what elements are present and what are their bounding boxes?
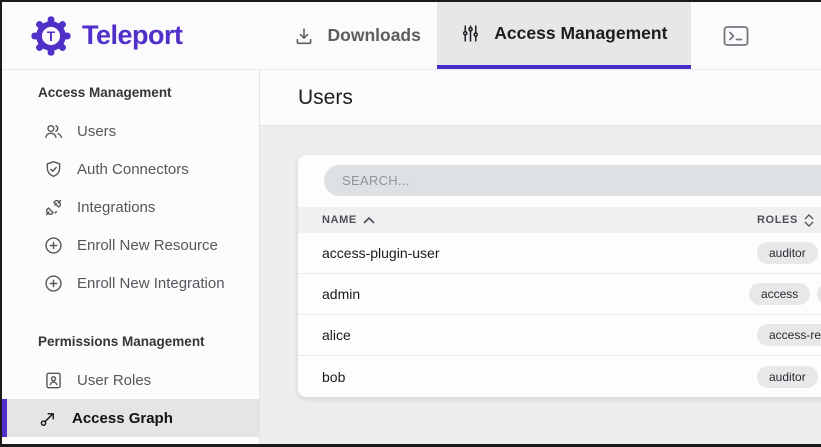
sidebar-section: Access Management Users Auth Connectors Int… [2,84,259,302]
role-badge: auditor [757,366,818,388]
table-row[interactable]: bobauditor [298,356,821,397]
sidebar-section: Permissions Management User Roles Access G… [2,333,259,437]
sidebar-item-users[interactable]: Users [2,112,259,150]
table-body: access-plugin-userauditoradminaccessaudi… [298,233,821,397]
plug-icon [43,197,64,218]
id-card-icon [43,370,64,391]
plus-circle-icon [43,235,64,256]
column-header-roles[interactable]: ROLES [757,214,814,227]
tab-access-management[interactable]: Access Management [437,2,691,69]
users-card: NAME ROLES acce [298,155,821,397]
tab-downloads-label: Downloads [328,25,421,46]
sidebar-item-enroll-new-integration[interactable]: Enroll New Integration [2,264,259,302]
sidebar-item-enroll-new-resource[interactable]: Enroll New Resource [2,226,259,264]
sidebar-item-label: Enroll New Integration [77,275,225,292]
sort-asc-icon [363,216,375,224]
table-row[interactable]: adminaccess auditor [298,274,821,315]
teleport-gear-icon: T [30,15,72,57]
page-header: Users [260,70,821,126]
users-icon [43,121,64,142]
user-roles-cell: auditor [757,366,818,388]
role-badge: access [749,283,810,305]
sidebar-item-auth-connectors[interactable]: Auth Connectors [2,150,259,188]
page-title: Users [298,86,353,110]
search-input[interactable] [324,165,821,196]
sidebar-item-label: Enroll New Resource [77,237,218,254]
sidebar-section-header: Access Management [38,84,259,102]
user-name-cell: alice [298,327,757,343]
tab-downloads[interactable]: Downloads [293,2,421,69]
sidebar-item-access-graph[interactable]: Access Graph [2,399,259,437]
user-name-cell: access-plugin-user [298,245,757,261]
sidebar-item-integrations[interactable]: Integrations [2,188,259,226]
trend-arrow-icon [38,408,59,429]
download-icon [293,25,315,47]
shield-check-icon [43,159,64,180]
table-header-row: NAME ROLES [298,207,821,233]
user-roles-cell: auditor [757,242,818,264]
role-badge: auditor [757,242,818,264]
sidebar: Access Management Users Auth Connectors Int… [2,70,260,444]
sidebar-item-label: Access Graph [72,410,173,427]
sidebar-item-label: Users [77,123,116,140]
teleport-logo[interactable]: T Teleport [30,2,183,69]
column-name-label: NAME [322,214,357,226]
table-row[interactable]: access-plugin-userauditor [298,233,821,274]
role-badge: access-requester [757,324,821,346]
column-header-name[interactable]: NAME [298,214,757,226]
sort-both-icon [804,214,814,227]
top-navigation-bar: T Teleport Downloads Acce [2,2,821,70]
sidebar-section-header: Permissions Management [38,333,259,351]
teleport-wordmark: Teleport [82,20,183,51]
plus-circle-icon [43,273,64,294]
user-roles-cell: access-requester [757,324,821,346]
role-badge: auditor [817,283,821,305]
app-window: T Teleport Downloads Acce [0,0,821,447]
sidebar-item-label: Integrations [77,199,155,216]
terminal-icon[interactable] [723,24,749,48]
main-panel: Users NAME ROLES [260,70,821,444]
svg-text:T: T [47,28,56,43]
sidebar-item-label: Auth Connectors [77,161,189,178]
table-row[interactable]: aliceaccess-requester [298,315,821,356]
user-name-cell: admin [298,286,749,302]
user-roles-cell: access auditor [749,283,821,305]
tab-access-management-label: Access Management [494,23,667,44]
sliders-icon [460,23,481,44]
user-name-cell: bob [298,369,757,385]
sidebar-item-user-roles[interactable]: User Roles [2,361,259,399]
column-roles-label: ROLES [757,214,798,226]
sidebar-item-label: User Roles [77,372,151,389]
